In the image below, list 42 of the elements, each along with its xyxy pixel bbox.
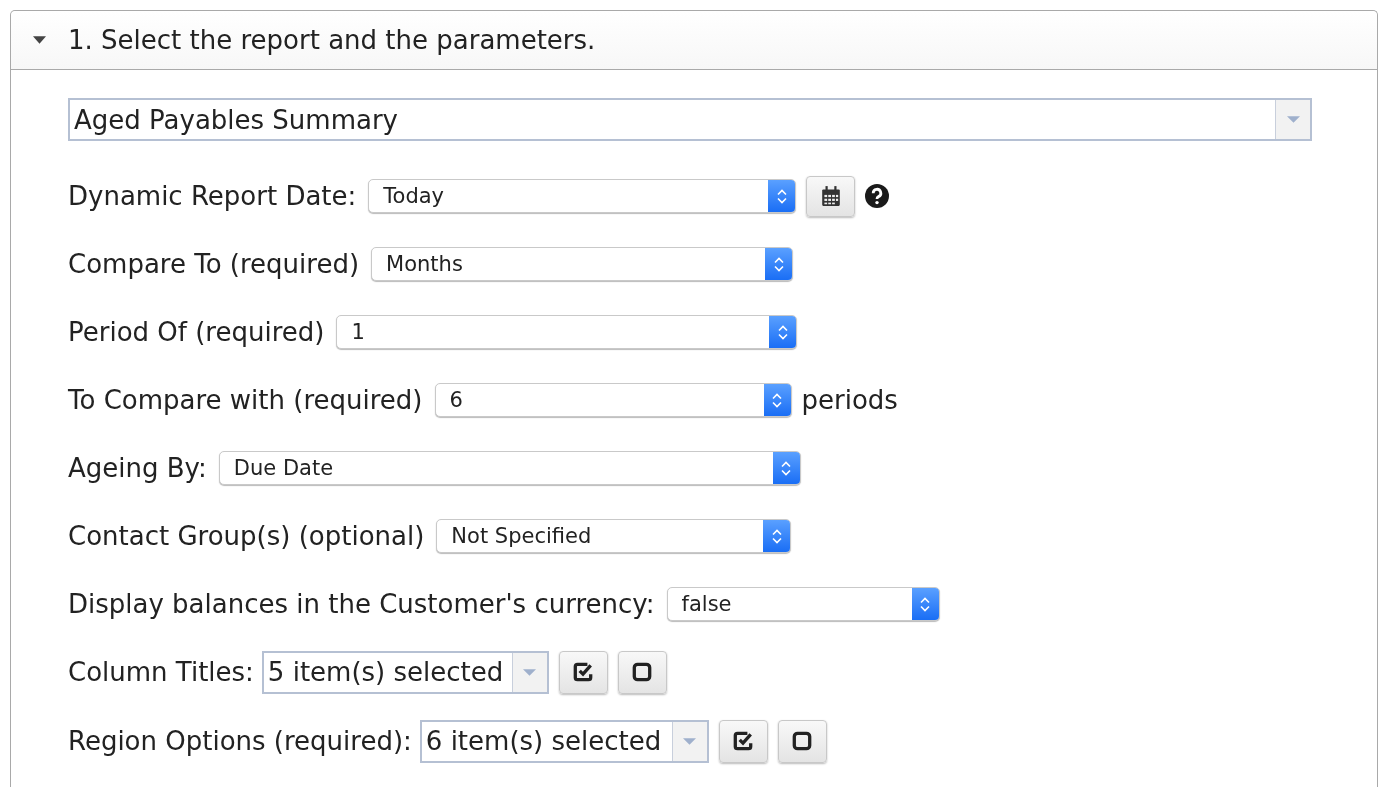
field-label: Compare To (required) (68, 249, 360, 279)
select-all-button[interactable] (718, 719, 768, 763)
multi-select-combo-box[interactable]: 6 item(s) selected (419, 719, 709, 763)
field-label: Ageing By: (68, 453, 207, 483)
checked-box-icon (572, 661, 595, 683)
multi-select-combo-box[interactable]: 5 item(s) selected (261, 650, 549, 694)
up-down-arrows-icon (772, 255, 785, 273)
field-label: Display balances in the Customer's currency: (68, 589, 655, 619)
panel-title: 1. Select the report and the parameters. (68, 25, 596, 55)
select-dropdown[interactable]: Due Date (218, 451, 801, 485)
dropdown-caret-icon (1286, 116, 1300, 123)
unit-label: periods (801, 385, 898, 415)
panel-header[interactable]: 1. Select the report and the parameters. (11, 11, 1377, 70)
up-down-arrows-icon (771, 391, 783, 409)
dropdown-caret-icon (523, 668, 537, 676)
select-dropdown[interactable]: 1 (336, 315, 798, 349)
select-dropdown[interactable]: false (666, 587, 940, 621)
checked-box-icon (732, 730, 755, 752)
deselect-all-button[interactable] (777, 719, 827, 763)
select-dropdown[interactable]: 6 (434, 383, 792, 417)
select-dropdown[interactable]: Months (371, 247, 794, 281)
select-dropdown[interactable]: Today (368, 179, 797, 213)
report-combo-box[interactable]: Aged Payables Summary (68, 98, 1312, 141)
field-label: Dynamic Report Date: (68, 181, 357, 211)
dropdown-caret-icon (683, 737, 697, 745)
up-down-arrows-icon (776, 323, 789, 341)
up-down-arrows-icon (770, 527, 783, 545)
calendar-button[interactable] (806, 175, 856, 217)
up-down-arrows-icon (919, 595, 932, 613)
field-label: Contact Group(s) (optional) (68, 521, 425, 551)
up-down-arrows-icon (775, 187, 788, 205)
field-label: To Compare with (required) (68, 385, 423, 415)
empty-box-icon (631, 661, 654, 683)
calendar-icon (819, 185, 842, 207)
up-down-arrows-icon (780, 459, 793, 477)
select-dropdown[interactable]: Not Specified (436, 519, 792, 553)
field-label: Column Titles: (68, 657, 254, 687)
deselect-all-button[interactable] (617, 650, 667, 694)
field-label: Region Options (required): (68, 726, 412, 756)
field-label: Period Of (required) (68, 317, 325, 347)
empty-box-icon (791, 730, 814, 752)
select-all-button[interactable] (558, 650, 608, 694)
